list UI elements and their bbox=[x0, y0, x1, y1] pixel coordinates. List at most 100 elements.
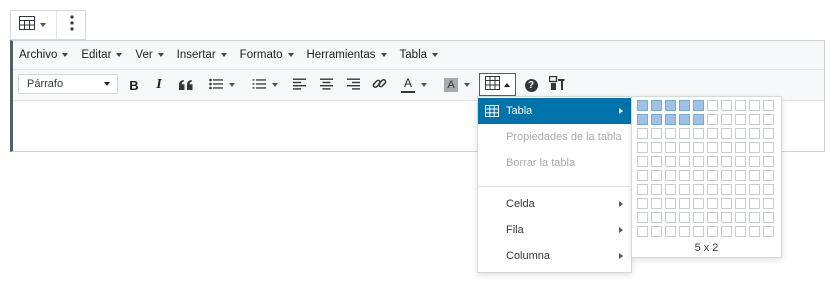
grid-cell[interactable] bbox=[735, 198, 746, 209]
menu-ver[interactable]: Ver bbox=[135, 49, 164, 61]
grid-cell[interactable] bbox=[763, 226, 774, 237]
format-select[interactable]: Párrafo bbox=[18, 74, 118, 94]
grid-cell[interactable] bbox=[707, 114, 718, 125]
menu-tabla[interactable]: Tabla bbox=[400, 49, 439, 61]
align-left-button[interactable] bbox=[291, 74, 307, 96]
grid-cell[interactable] bbox=[721, 212, 732, 223]
grid-cell[interactable] bbox=[637, 128, 648, 139]
grid-cell[interactable] bbox=[721, 156, 732, 167]
grid-cell[interactable] bbox=[637, 114, 648, 125]
grid-cell[interactable] bbox=[665, 100, 676, 111]
grid-cell[interactable] bbox=[693, 226, 704, 237]
grid-cell[interactable] bbox=[679, 198, 690, 209]
italic-button[interactable]: I bbox=[151, 74, 167, 96]
grid-cell[interactable] bbox=[749, 212, 760, 223]
grid-cell[interactable] bbox=[637, 100, 648, 111]
grid-cell[interactable] bbox=[763, 184, 774, 195]
grid-cell[interactable] bbox=[749, 198, 760, 209]
grid-cell[interactable] bbox=[651, 198, 662, 209]
grid-cell[interactable] bbox=[721, 198, 732, 209]
grid-cell[interactable] bbox=[679, 226, 690, 237]
grid-cell[interactable] bbox=[749, 142, 760, 153]
grid-cell[interactable] bbox=[707, 226, 718, 237]
grid-cell[interactable] bbox=[665, 212, 676, 223]
grid-cell[interactable] bbox=[749, 156, 760, 167]
grid-cell[interactable] bbox=[735, 212, 746, 223]
grid-cell[interactable] bbox=[679, 184, 690, 195]
grid-cell[interactable] bbox=[763, 142, 774, 153]
grid-cell[interactable] bbox=[679, 142, 690, 153]
grid-cell[interactable] bbox=[693, 114, 704, 125]
grid-cell[interactable] bbox=[651, 184, 662, 195]
grid-cell[interactable] bbox=[693, 184, 704, 195]
grid-cell[interactable] bbox=[763, 128, 774, 139]
grid-cell[interactable] bbox=[763, 198, 774, 209]
grid-cell[interactable] bbox=[637, 198, 648, 209]
grid-cell[interactable] bbox=[637, 226, 648, 237]
align-center-button[interactable] bbox=[318, 74, 334, 96]
grid-cell[interactable] bbox=[637, 184, 648, 195]
grid-cell[interactable] bbox=[735, 170, 746, 181]
grid-cell[interactable] bbox=[651, 100, 662, 111]
toolbar-toggle-button[interactable] bbox=[547, 74, 567, 96]
blockquote-button[interactable] bbox=[175, 74, 197, 96]
grid-cell[interactable] bbox=[693, 212, 704, 223]
grid-cell[interactable] bbox=[707, 142, 718, 153]
grid-cell[interactable] bbox=[637, 156, 648, 167]
grid-cell[interactable] bbox=[721, 184, 732, 195]
grid-cell[interactable] bbox=[735, 142, 746, 153]
grid-cell[interactable] bbox=[665, 156, 676, 167]
link-button[interactable] bbox=[370, 74, 388, 96]
grid-cell[interactable] bbox=[749, 100, 760, 111]
help-button[interactable]: ? bbox=[522, 74, 540, 96]
menu-editar[interactable]: Editar bbox=[81, 49, 123, 61]
grid-cell[interactable] bbox=[707, 128, 718, 139]
grid-cell[interactable] bbox=[637, 170, 648, 181]
numbered-list-button[interactable] bbox=[248, 74, 282, 96]
grid-cell[interactable] bbox=[735, 156, 746, 167]
grid-cell[interactable] bbox=[763, 100, 774, 111]
grid-cell[interactable] bbox=[637, 212, 648, 223]
menu-item-fila[interactable]: Fila bbox=[478, 217, 631, 243]
grid-cell[interactable] bbox=[679, 128, 690, 139]
grid-cell[interactable] bbox=[749, 226, 760, 237]
grid-cell[interactable] bbox=[679, 100, 690, 111]
block-type-button[interactable] bbox=[11, 11, 53, 39]
grid-cell[interactable] bbox=[693, 142, 704, 153]
grid-cell[interactable] bbox=[721, 114, 732, 125]
text-color-button[interactable]: A bbox=[397, 74, 431, 96]
grid-cell[interactable] bbox=[693, 156, 704, 167]
bold-button[interactable]: B bbox=[126, 74, 142, 96]
grid-cell[interactable] bbox=[707, 184, 718, 195]
grid-cell[interactable] bbox=[693, 128, 704, 139]
grid-cell[interactable] bbox=[693, 100, 704, 111]
menu-herramientas[interactable]: Herramientas bbox=[307, 49, 387, 61]
grid-cell[interactable] bbox=[651, 114, 662, 125]
grid-cell[interactable] bbox=[665, 114, 676, 125]
grid-cell[interactable] bbox=[651, 156, 662, 167]
grid-cell[interactable] bbox=[679, 212, 690, 223]
grid-cell[interactable] bbox=[707, 170, 718, 181]
table-button[interactable] bbox=[479, 73, 516, 96]
grid-cell[interactable] bbox=[735, 128, 746, 139]
align-right-button[interactable] bbox=[345, 74, 361, 96]
grid-cell[interactable] bbox=[735, 226, 746, 237]
grid-cell[interactable] bbox=[665, 170, 676, 181]
grid-cell[interactable] bbox=[665, 128, 676, 139]
menu-formato[interactable]: Formato bbox=[240, 49, 294, 61]
grid-cell[interactable] bbox=[651, 142, 662, 153]
grid-cell[interactable] bbox=[735, 114, 746, 125]
grid-cell[interactable] bbox=[721, 142, 732, 153]
grid-cell[interactable] bbox=[679, 170, 690, 181]
grid-cell[interactable] bbox=[665, 184, 676, 195]
grid-cell[interactable] bbox=[707, 156, 718, 167]
grid-cell[interactable] bbox=[721, 100, 732, 111]
grid-cell[interactable] bbox=[651, 128, 662, 139]
grid-cell[interactable] bbox=[665, 198, 676, 209]
grid-cell[interactable] bbox=[763, 170, 774, 181]
bullet-list-button[interactable] bbox=[205, 74, 239, 96]
grid-cell[interactable] bbox=[707, 100, 718, 111]
grid-cell[interactable] bbox=[679, 114, 690, 125]
grid-cell[interactable] bbox=[749, 128, 760, 139]
grid-cell[interactable] bbox=[637, 142, 648, 153]
